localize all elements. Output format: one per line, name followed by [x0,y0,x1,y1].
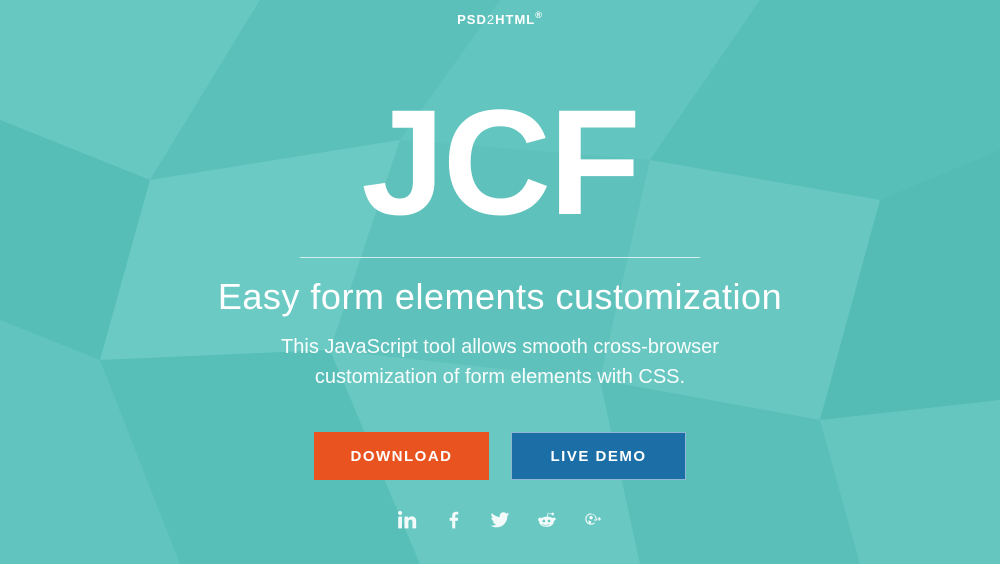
facebook-icon[interactable] [444,510,464,530]
brand-logo[interactable]: PSD2HTML® [457,12,543,27]
headline: Easy form elements customization [218,276,782,318]
sub-line-1: This JavaScript tool allows smooth cross… [281,332,719,362]
brand-part2: 2 [487,12,495,27]
cta-row: DOWNLOAD LIVE DEMO [314,432,686,480]
download-button[interactable]: DOWNLOAD [314,432,489,480]
twitter-icon[interactable] [490,510,510,530]
sub-line-2: customization of form elements with CSS. [281,362,719,392]
googleplus-icon[interactable] [582,510,602,530]
linkedin-icon[interactable] [398,510,418,530]
reddit-icon[interactable] [536,510,556,530]
product-logo: JCF [361,87,638,237]
sub-description: This JavaScript tool allows smooth cross… [281,332,719,392]
brand-part3: HTML [495,12,535,27]
divider [300,257,700,258]
hero-section: PSD2HTML® JCF Easy form elements customi… [0,0,1000,564]
brand-part1: PSD [457,12,487,27]
social-row [398,510,602,530]
live-demo-button[interactable]: LIVE DEMO [511,432,686,480]
brand-registered: ® [535,10,543,20]
